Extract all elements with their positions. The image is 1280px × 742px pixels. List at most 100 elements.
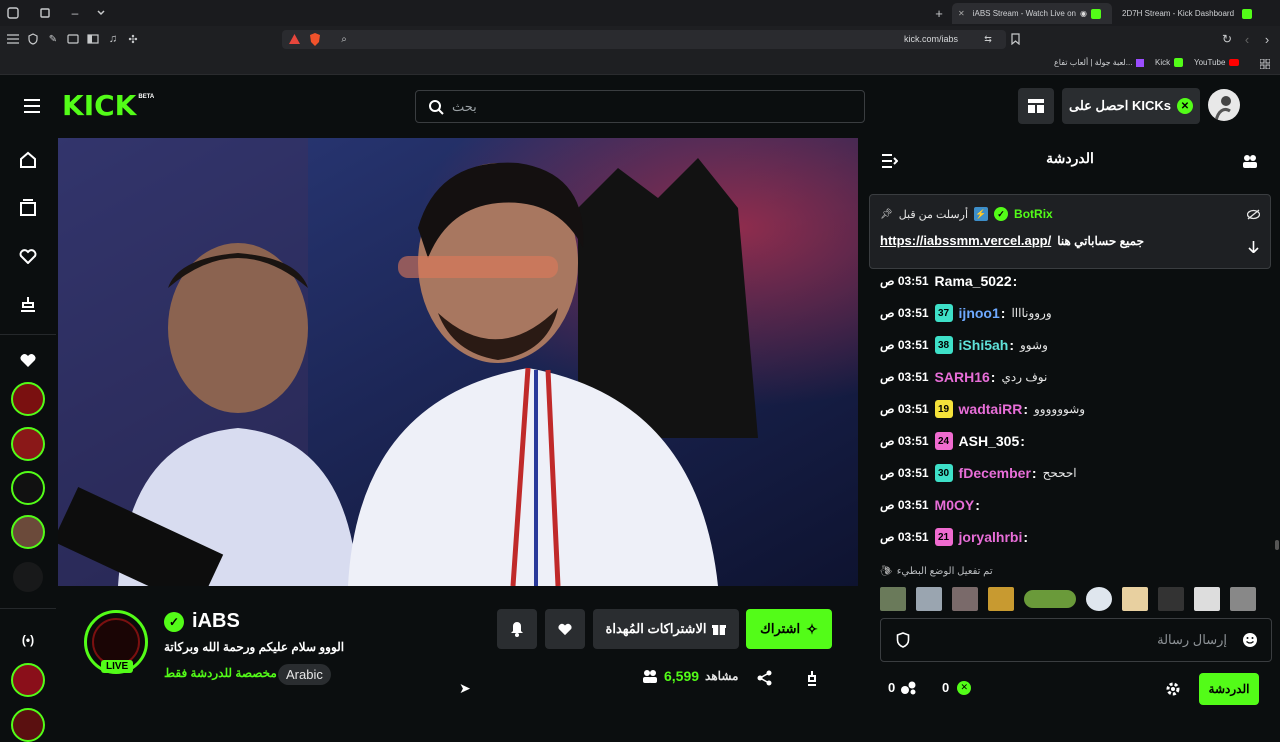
tab-label: 2D7H Stream - Kick Dashboard — [1122, 9, 1235, 18]
emote[interactable] — [1086, 587, 1112, 611]
sidebar-icon[interactable] — [86, 32, 100, 46]
followed-channel-avatar[interactable] — [11, 515, 45, 549]
bookmark-icon[interactable] — [1008, 32, 1022, 46]
window-menu-icon[interactable] — [6, 6, 20, 20]
language-tag[interactable]: Arabic — [278, 664, 331, 685]
logo-text: KICK — [62, 89, 137, 122]
chat-mode-tag[interactable]: مخصصة للدردشة فقط — [164, 666, 277, 680]
share-icon[interactable]: ⇆ — [982, 33, 994, 45]
points-counter[interactable]: 0 — [888, 680, 917, 695]
emote[interactable] — [1158, 587, 1184, 611]
menu-icon[interactable] — [22, 96, 42, 116]
kick-logo[interactable]: KICK BETA — [62, 92, 154, 120]
emote[interactable] — [1230, 587, 1256, 611]
bookmark-item[interactable]: لعبة جولة | ألعاب تفاع... — [1054, 58, 1145, 67]
kick-favicon-icon — [1174, 58, 1184, 67]
followed-channel-avatar[interactable] — [13, 562, 43, 592]
pinned-text: جميع حساباتي هنا — [1057, 233, 1144, 248]
kicks-counter[interactable]: 0 ✕ — [942, 680, 972, 695]
message-username[interactable]: M0OY — [935, 497, 975, 513]
warning-icon[interactable] — [288, 33, 300, 45]
pinned-link[interactable]: https://iabssmm.vercel.app/ — [880, 233, 1051, 248]
scrollbar[interactable] — [1275, 540, 1279, 550]
channel-name[interactable]: iABS — [192, 610, 240, 633]
kicks-coin-icon: ✕ — [957, 680, 972, 695]
send-chat-button[interactable]: الدردشة — [1199, 673, 1259, 705]
message-username[interactable]: Rama_5022 — [935, 273, 1012, 289]
tab-dashboard[interactable]: 2D7H Stream - Kick Dashboard — [1116, 3, 1262, 24]
chat-input[interactable]: إرسال رسالة — [880, 618, 1272, 662]
shield-icon[interactable] — [26, 32, 40, 46]
browse-icon[interactable] — [18, 198, 38, 218]
emote[interactable] — [880, 587, 906, 611]
home-icon[interactable] — [18, 150, 38, 170]
users-icon[interactable] — [1240, 152, 1260, 170]
points-count: 0 — [888, 680, 896, 695]
followed-channel-avatar[interactable] — [11, 427, 45, 461]
message-username[interactable]: wadtaiRR — [959, 401, 1023, 417]
emoji-icon[interactable] — [1241, 631, 1259, 649]
share-icon[interactable] — [755, 669, 773, 687]
close-icon[interactable]: ✕ — [958, 9, 965, 18]
pinned-user[interactable]: BotRix — [1014, 207, 1053, 221]
video-player[interactable] — [58, 138, 858, 586]
message-username[interactable]: ASH_305 — [959, 433, 1020, 449]
minimize-icon[interactable]: – — [68, 6, 82, 20]
pinned-message: BotRix ✓ ⚡ أرسلت من قبل 📌︎ https://iabss… — [869, 194, 1271, 269]
message-colon: : — [1009, 337, 1015, 353]
message-username[interactable]: SARH16 — [935, 369, 990, 385]
message-username[interactable]: iShi5ah — [959, 337, 1009, 353]
emote[interactable] — [1122, 587, 1148, 611]
back-icon[interactable]: ‹ — [1240, 32, 1254, 47]
emote[interactable] — [916, 587, 942, 611]
subscribe-label: اشتراك — [760, 621, 801, 636]
followed-channel-avatar[interactable] — [11, 471, 45, 505]
gear-icon[interactable] — [1164, 680, 1182, 698]
reload-icon[interactable]: ↻ — [1220, 32, 1234, 46]
clip-icon[interactable] — [803, 669, 821, 687]
bookmark-item[interactable]: YouTube — [1194, 58, 1240, 67]
tab-group-icon[interactable] — [38, 6, 52, 20]
extensions-icon[interactable]: ✎ — [46, 32, 60, 46]
expand-icon[interactable] — [1245, 239, 1261, 253]
follow-button[interactable] — [545, 609, 585, 649]
subscribe-button[interactable]: اشتراك ✧ — [746, 609, 832, 649]
search-box[interactable]: بحث — [415, 90, 865, 123]
pinned-header: BotRix ✓ ⚡ أرسلت من قبل 📌︎ — [880, 207, 1053, 221]
browse-button[interactable] — [1018, 88, 1054, 124]
emote[interactable] — [1194, 587, 1220, 611]
hide-icon[interactable] — [1245, 207, 1261, 221]
avatar[interactable] — [1208, 89, 1240, 121]
grid-icon[interactable] — [1258, 57, 1272, 71]
address-field[interactable]: ⌕ kick.com/iabs ⇆ — [282, 30, 1006, 49]
new-tab-icon[interactable]: + — [932, 6, 946, 21]
music-icon[interactable]: ♫ — [106, 32, 120, 46]
emote[interactable] — [1024, 590, 1076, 608]
brave-shield-icon[interactable] — [308, 33, 322, 46]
bookmark-item[interactable]: Kick — [1155, 58, 1184, 67]
clips-icon[interactable] — [18, 294, 38, 314]
get-kicks-button[interactable]: احصل على KICKs ✕ — [1062, 88, 1200, 124]
message-username[interactable]: fDecember — [959, 465, 1031, 481]
puzzle-icon[interactable]: ✣ — [126, 32, 140, 46]
wallet-icon[interactable] — [66, 32, 80, 46]
menu-icon[interactable] — [6, 32, 20, 46]
bookmark-label: Kick — [1155, 58, 1171, 67]
recommended-channel-avatar[interactable] — [11, 663, 45, 697]
chevron-down-icon[interactable] — [94, 6, 108, 20]
message-username[interactable]: ijnoo1 — [959, 305, 1000, 321]
heart-icon[interactable] — [18, 246, 38, 266]
forward-icon[interactable]: › — [1260, 32, 1274, 47]
gift-subs-button[interactable]: الاشتراكات المُهداة — [593, 609, 739, 649]
notifications-button[interactable] — [497, 609, 537, 649]
tab-iabs[interactable]: ✕ iABS Stream - Watch Live on ◉ — [952, 3, 1112, 24]
message-colon: : — [1020, 433, 1025, 449]
recommended-channel-avatar[interactable] — [11, 708, 45, 742]
emote[interactable] — [952, 587, 978, 611]
followed-channel-avatar[interactable] — [11, 382, 45, 416]
slow-mode-text: تم تفعيل الوضع البطيء — [896, 566, 993, 577]
shield-icon[interactable] — [895, 632, 911, 648]
message-username[interactable]: joryalhrbi — [959, 529, 1023, 545]
emote[interactable] — [988, 587, 1014, 611]
slow-mode-icon: 🐌︎ — [880, 566, 893, 577]
